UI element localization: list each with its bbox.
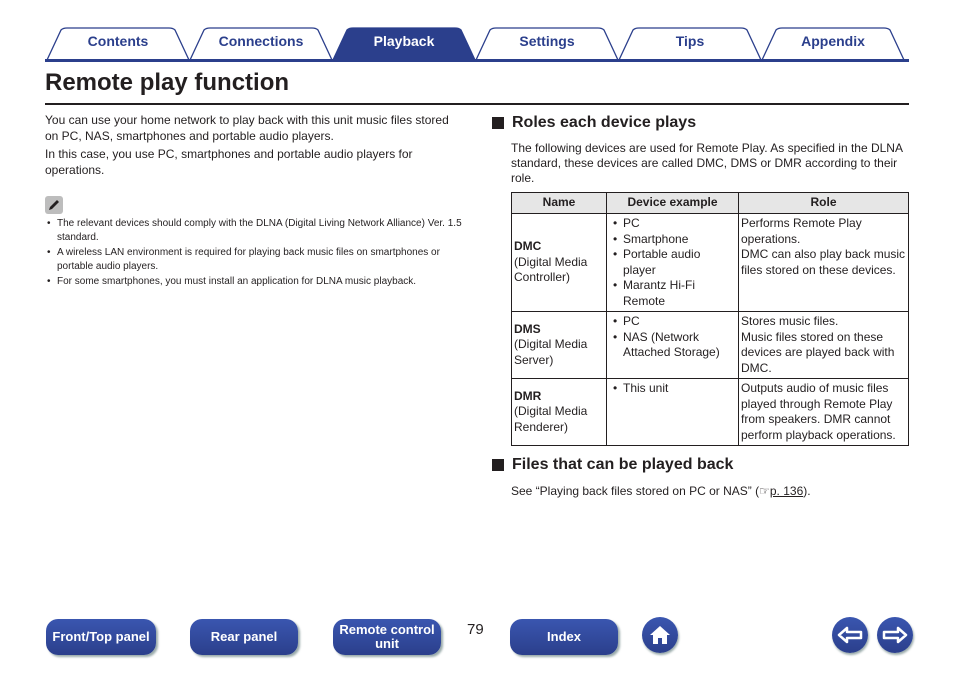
intro-column: You can use your home network to play ba… — [45, 112, 465, 291]
name-cell: DMS (Digital Media Server) — [511, 311, 607, 379]
tab-label: Tips — [675, 33, 705, 49]
device-full-name: (Digital Media Renderer) — [514, 404, 588, 434]
column-header: Name — [511, 192, 607, 214]
device-full-name: (Digital Media Controller) — [514, 254, 588, 285]
table-row: DMR(Digital Media Renderer)This unitOutp… — [511, 378, 909, 446]
column-header: Role — [738, 192, 909, 214]
tab-playback[interactable]: Playback — [331, 27, 477, 60]
page-number: 79 — [467, 621, 484, 638]
reference-text: ). — [803, 484, 811, 498]
name-cell: DMC (Digital Media Controller) — [511, 213, 607, 312]
next-page-button[interactable] — [877, 617, 913, 653]
intro-paragraph: You can use your home network to play ba… — [45, 113, 449, 143]
tab-label: Settings — [519, 33, 575, 49]
remote-control-button[interactable]: Remote control unit — [333, 619, 441, 655]
role-cell: Outputs audio of music files played thro… — [738, 378, 909, 446]
tab-label: Connections — [218, 33, 304, 49]
pencil-icon — [45, 196, 63, 214]
home-icon — [650, 626, 670, 644]
role-text: Performs Remote Play operations. — [741, 216, 862, 246]
tab-underline — [45, 59, 909, 62]
device-abbr: DMR — [514, 388, 542, 403]
device-example-cell: PCNAS (Network Attached Storage) — [606, 311, 739, 379]
square-bullet-icon — [492, 459, 504, 471]
reference-text: See “Playing back files stored on PC or … — [511, 484, 760, 498]
roles-table: Name Device example Role DMC (Digital Med… — [511, 192, 909, 446]
device-item: NAS (Network Attached Storage) — [609, 330, 736, 361]
section-heading-text: Files that can be played back — [512, 456, 734, 473]
table-row: DMS(Digital Media Server)PCNAS (Network … — [511, 311, 909, 379]
home-button[interactable] — [642, 617, 678, 653]
tab-contents[interactable]: Contents — [45, 27, 191, 60]
role-text: Outputs audio of music files played thro… — [741, 381, 896, 442]
role-cell: Performs Remote Play operations. DMC can … — [738, 213, 909, 312]
note-item: For some smartphones, you must install a… — [45, 275, 465, 289]
device-item: PC — [609, 314, 736, 330]
page-title: Remote play function — [45, 69, 290, 96]
device-full-name: (Digital Media Server) — [514, 337, 588, 367]
device-abbr: DMS — [514, 321, 541, 336]
arrow-right-icon — [882, 626, 908, 644]
role-text: Stores music files. — [741, 314, 839, 328]
front-top-panel-button[interactable]: Front/Top panel — [46, 619, 156, 655]
device-item: This unit — [609, 381, 736, 397]
tab-settings[interactable]: Settings — [474, 27, 620, 60]
device-item: Portable audio player — [609, 247, 736, 278]
device-item: Smartphone — [609, 232, 736, 248]
device-item: PC — [609, 216, 736, 232]
section-heading-text: Roles each device plays — [512, 114, 697, 131]
device-example-cell: PCSmartphonePortable audio playerMarantz… — [606, 213, 739, 312]
notes-list: The relevant devices should comply with … — [45, 217, 465, 289]
intro-paragraph: In this case, you use PC, smartphones an… — [45, 147, 413, 177]
tab-tips[interactable]: Tips — [617, 27, 763, 60]
index-button[interactable]: Index — [510, 619, 618, 655]
section-heading-files: Files that can be played back — [492, 456, 912, 474]
tab-label: Playback — [373, 33, 435, 49]
rear-panel-button[interactable]: Rear panel — [190, 619, 298, 655]
note-item: The relevant devices should comply with … — [45, 217, 465, 244]
see-reference: See “Playing back files stored on PC or … — [511, 484, 912, 498]
table-row: DMC(Digital Media Controller)PCSmartphon… — [511, 213, 909, 312]
device-item: Marantz Hi-Fi Remote — [609, 278, 736, 309]
role-cell: Stores music files. Music files stored on… — [738, 311, 909, 379]
device-example-cell: This unit — [606, 378, 739, 446]
device-abbr: DMC — [514, 239, 542, 254]
roles-description: The following devices are used for Remot… — [511, 141, 903, 185]
role-text: DMC can also play back music files store… — [741, 247, 906, 277]
pointing-hand-icon: ☞ — [759, 484, 770, 498]
tab-label: Contents — [87, 33, 149, 49]
arrow-left-icon — [837, 626, 863, 644]
column-header: Device example — [606, 192, 739, 214]
name-cell: DMR (Digital Media Renderer) — [511, 378, 607, 446]
title-divider — [45, 103, 909, 105]
tab-label: Appendix — [801, 33, 865, 49]
square-bullet-icon — [492, 117, 504, 129]
section-heading-roles: Roles each device plays — [492, 114, 912, 132]
tab-bar: Contents Connections Playback Settings Tips A… — [45, 27, 909, 61]
tab-appendix[interactable]: Appendix — [760, 27, 906, 60]
tab-connections[interactable]: Connections — [188, 27, 334, 60]
content-column: Roles each device plays The following de… — [492, 114, 912, 498]
page-link[interactable]: p. 136 — [770, 484, 803, 498]
previous-page-button[interactable] — [832, 617, 868, 653]
note-item: A wireless LAN environment is required f… — [45, 246, 465, 273]
role-text: Music files stored on these devices are … — [741, 329, 895, 375]
